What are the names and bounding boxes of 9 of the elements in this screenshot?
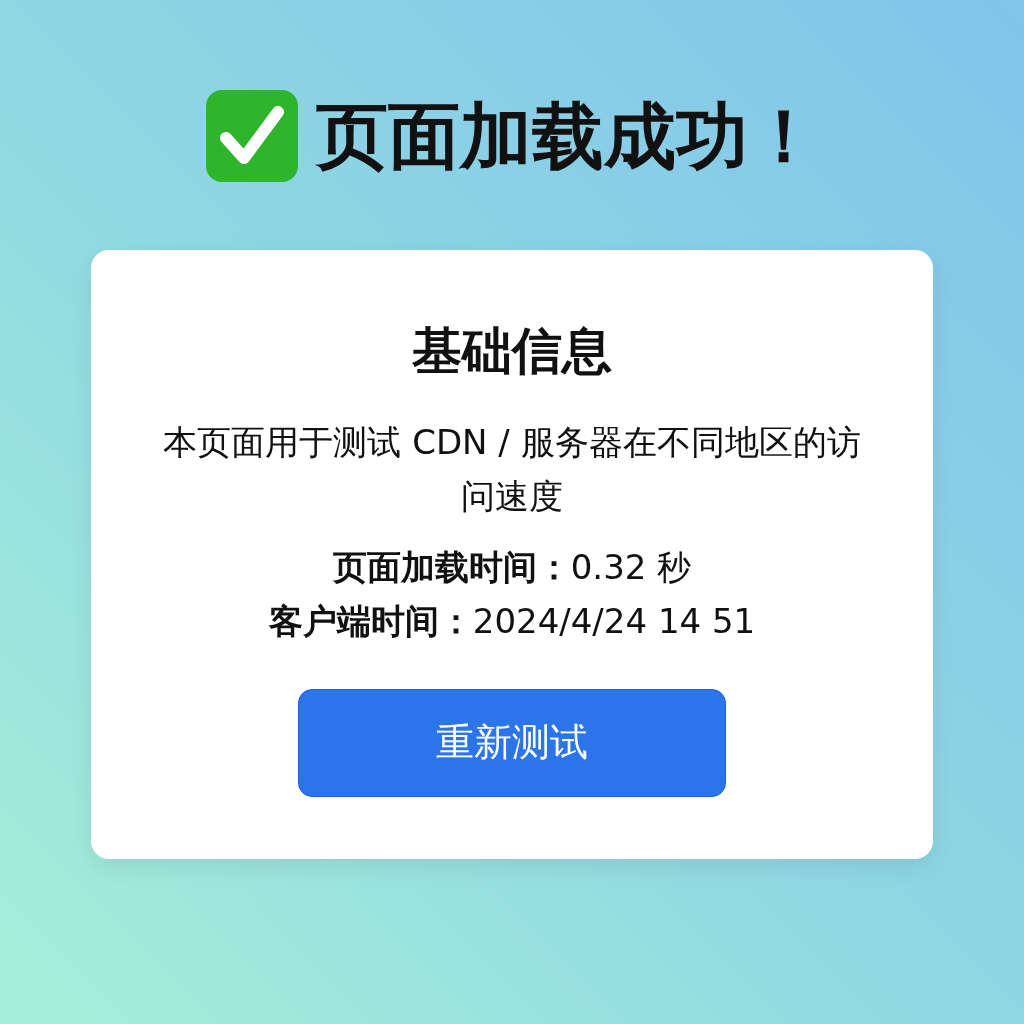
retest-button[interactable]: 重新测试 bbox=[298, 688, 726, 797]
description-text: 本页面用于测试 CDN / 服务器在不同地区的访问速度 bbox=[162, 421, 862, 519]
stat-value: 0.32 秒 bbox=[570, 546, 692, 587]
check-mark-icon bbox=[204, 88, 300, 184]
card-title: 基础信息 bbox=[411, 321, 613, 382]
stat-label: 页面加载时间： bbox=[332, 546, 571, 587]
page-heading: 页面加载成功！ bbox=[316, 92, 820, 180]
stat-label: 客户端时间： bbox=[268, 601, 473, 642]
stat-value: 2024/4/24 14 51 bbox=[472, 601, 756, 642]
